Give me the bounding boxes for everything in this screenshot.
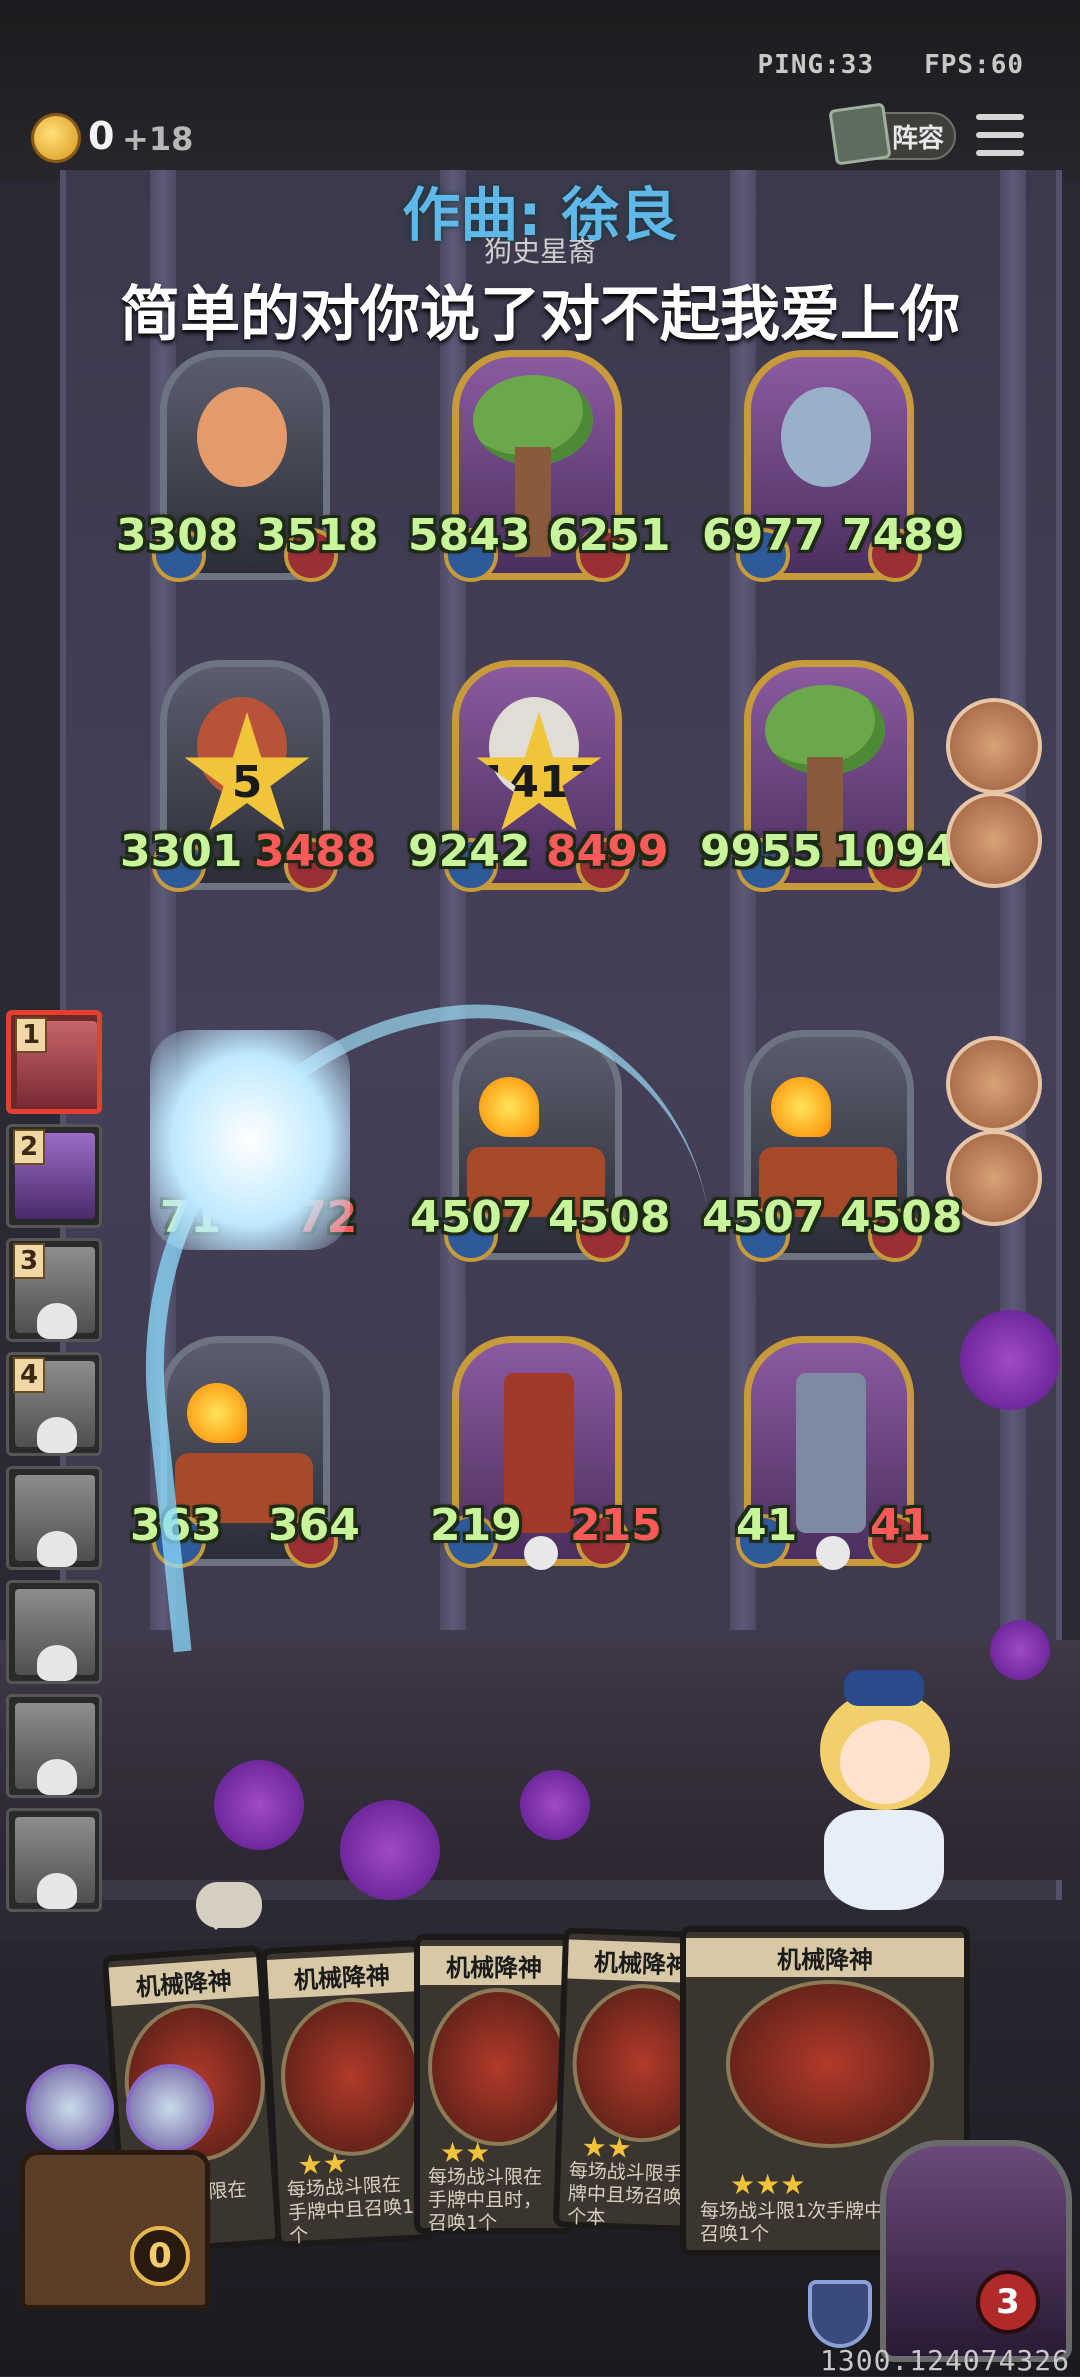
unit-health: 3518 [256,510,379,561]
skull-icon [37,1873,77,1909]
ping-label: PING:33 [757,50,875,80]
unit-attack: 3301 [120,826,243,877]
queue-slot[interactable] [6,1580,102,1684]
unit-attack: 4507 [702,1192,825,1243]
book-icon [828,102,892,166]
gold-value: 0 [88,114,115,158]
unit-health: 8499 [546,826,669,877]
card-title: 机械降神 [686,1938,964,1977]
chat-icon[interactable] [196,1882,262,1930]
card-art [726,1980,934,2148]
skull-icon [816,1536,850,1570]
gold-coin-icon [34,116,78,160]
card-stars: ★★ [440,2136,491,2169]
archer-portrait [197,387,287,487]
treasure-chest-icon[interactable] [20,2150,210,2310]
hero-dress [824,1810,944,1910]
ability-orb-icon[interactable] [126,2064,214,2152]
boss-health: 3 [976,2270,1040,2334]
unit-attack: 6977 [702,510,825,561]
skull-icon [37,1645,77,1681]
pillar [1000,170,1026,1630]
elf-portrait [781,387,871,487]
queue-number: 2 [13,1129,45,1165]
side-token-ship[interactable] [946,792,1042,888]
unit-attack: 41 [736,1500,798,1551]
shield-icon[interactable] [808,2280,872,2348]
lineup-label: 阵容 [891,123,944,154]
hero-bow [844,1670,924,1706]
queue-slot[interactable] [6,1694,102,1798]
boss-portrait[interactable] [880,2140,1072,2362]
fps-label: FPS:60 [924,50,1024,80]
rose-decoration [520,1770,590,1840]
unit-health: 4508 [840,1192,963,1243]
rose-decoration [214,1760,304,1850]
rose-decoration [960,1310,1060,1410]
hand-card[interactable]: 机械降神 ★★ 每场战斗限在手牌中且时，召唤1个 [414,1934,574,2234]
hero-face [840,1720,930,1804]
lyric-line: 简单的对你说了对不起我爱上你 [120,280,960,350]
robot-portrait [796,1373,866,1533]
card-art [428,1988,568,2146]
side-token-ship[interactable] [946,1036,1042,1132]
unit-attack: 5843 [408,510,531,561]
network-status: PING:33 FPS:60 [758,50,1024,80]
skull-icon [37,1303,77,1339]
card-text: 每场战斗限在手牌中且召唤1个 [286,2173,415,2248]
queue-slot[interactable]: 3 [6,1238,102,1342]
queue-slot[interactable] [6,1466,102,1570]
damage-value: 5 [231,756,263,808]
impact-flash [150,1030,350,1250]
side-token-cannon[interactable] [946,698,1042,794]
gold-income: +18 [122,120,194,158]
chest-count: 0 [130,2226,190,2286]
unit-health: 41 [870,1500,932,1551]
queue-slot[interactable]: 1 [6,1010,102,1114]
rose-decoration [990,1620,1050,1680]
unit-attack: 9242 [408,826,531,877]
queue-slot[interactable]: 4 [6,1352,102,1456]
unit-health: 7489 [842,510,965,561]
queue-slot[interactable] [6,1808,102,1912]
menu-icon[interactable] [976,114,1024,156]
skull-icon [37,1417,77,1453]
card-title: 机械降神 [108,1957,259,2007]
unit-health: 6251 [548,510,671,561]
unit-attack: 9955 [700,826,823,877]
card-stars: ★★★ [730,2168,806,2201]
flame-icon [771,1077,831,1137]
card-title: 机械降神 [266,1952,417,2000]
queue-number: 4 [13,1357,45,1393]
unit-attack: 3308 [116,510,239,561]
rose-decoration [340,1800,440,1900]
hero-character[interactable] [780,1650,980,1930]
ability-orb-icon[interactable] [26,2064,114,2152]
unit-health: 1094 [834,826,957,877]
lineup-button[interactable]: 阵容 [828,102,956,166]
hand-card[interactable]: 机械降神 ★★ 每场战斗限在手牌中且召唤1个 [260,1940,436,2248]
sequence-number: 1300.124074326 [820,2344,1071,2377]
queue-slot[interactable]: 2 [6,1124,102,1228]
turn-queue: 1 2 3 4 [6,1010,102,1922]
card-art [277,1994,426,2160]
queue-number: 3 [13,1243,45,1279]
skull-icon [37,1531,77,1567]
card-text: 每场战斗限在手牌中且时，召唤1个 [428,2166,543,2234]
skull-icon [37,1759,77,1795]
lyric-watermark: 狗史星裔 [483,235,596,268]
queue-number: 1 [15,1017,47,1053]
unit-health: 3488 [254,826,377,877]
card-title: 机械降神 [420,1946,568,1985]
